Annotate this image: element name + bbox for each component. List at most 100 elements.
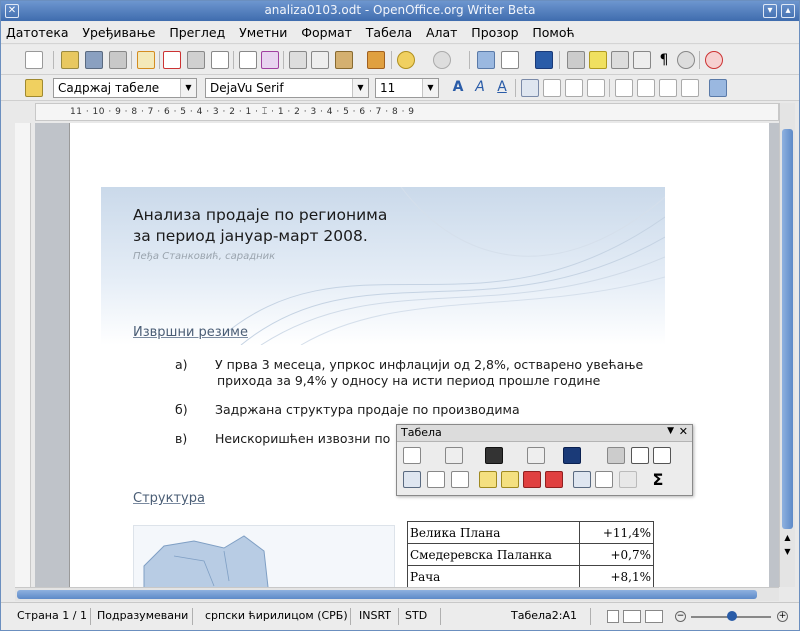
copy-icon[interactable] xyxy=(311,51,329,69)
print-icon[interactable] xyxy=(187,51,205,69)
table-cell-value[interactable]: +8,1% xyxy=(579,565,654,587)
table-cell-region[interactable]: Рача xyxy=(407,565,580,587)
table-icon[interactable] xyxy=(501,51,519,69)
section-heading-summary[interactable]: Извршни резиме xyxy=(133,325,248,340)
data-sources-icon[interactable] xyxy=(633,51,651,69)
zoom-slider-handle[interactable] xyxy=(727,611,737,621)
delete-rows-icon[interactable] xyxy=(523,471,541,488)
menu-help[interactable]: Помоћ xyxy=(527,22,579,40)
cut-icon[interactable] xyxy=(289,51,307,69)
styles-formatting-icon[interactable] xyxy=(25,79,43,97)
save-icon[interactable] xyxy=(85,51,103,69)
borders-icon[interactable] xyxy=(445,447,463,464)
sort-icon[interactable] xyxy=(653,447,671,464)
minimize-icon[interactable]: ▾ xyxy=(763,4,777,18)
justify-icon[interactable] xyxy=(587,79,605,97)
find-replace-icon[interactable] xyxy=(567,51,585,69)
region-map-image[interactable] xyxy=(133,525,395,587)
navigator-icon[interactable] xyxy=(589,51,607,69)
bold-icon[interactable]: A xyxy=(449,79,467,97)
redo-icon[interactable] xyxy=(433,51,451,69)
decrease-indent-icon[interactable] xyxy=(659,79,677,97)
show-draw-functions-icon[interactable] xyxy=(535,51,553,69)
undo-icon[interactable] xyxy=(397,51,415,69)
align-icon[interactable] xyxy=(563,447,581,464)
document-title[interactable]: Анализа продаје по регионима за период ј… xyxy=(133,205,493,247)
email-icon[interactable] xyxy=(109,51,127,69)
zoom-in-icon[interactable]: + xyxy=(777,611,788,622)
zoom-out-icon[interactable]: − xyxy=(675,611,686,622)
table-row[interactable]: Велика Плана +11,4% xyxy=(407,521,654,544)
menu-format[interactable]: Формат xyxy=(296,22,357,40)
list-item-text[interactable]: Неискоришћен извозни по xyxy=(215,431,390,446)
table-properties-icon[interactable] xyxy=(631,447,649,464)
numbering-icon[interactable] xyxy=(615,79,633,97)
insert-mode[interactable]: INSRT xyxy=(355,608,399,625)
font-name-select[interactable]: DejaVu Serif ▼ xyxy=(205,78,369,98)
language[interactable]: српски ћирилицом (СРБ) xyxy=(201,608,351,625)
table-row[interactable]: Смедеревска Паланка +0,7% xyxy=(407,543,654,566)
table-cell-value[interactable]: +11,4% xyxy=(579,521,654,544)
table-row[interactable]: Рача +8,1% xyxy=(407,565,654,587)
menu-table[interactable]: Табела xyxy=(361,22,417,40)
align-center-icon[interactable] xyxy=(543,79,561,97)
menu-tools[interactable]: Алат xyxy=(421,22,462,40)
paste-icon[interactable] xyxy=(335,51,353,69)
merge-cells-icon[interactable] xyxy=(527,447,545,464)
document-author[interactable]: Пеђа Станковић, сарадник xyxy=(133,251,275,262)
autospellcheck-icon[interactable] xyxy=(261,51,279,69)
menu-window[interactable]: Прозор xyxy=(466,22,523,40)
list-item-text[interactable]: У прва 3 месеца, упркос инфлацији од 2,8… xyxy=(215,357,643,372)
insert-columns-icon[interactable] xyxy=(501,471,519,488)
insert-table-icon[interactable] xyxy=(403,447,421,464)
list-item-text-cont[interactable]: прихода за 9,4% у односу на исти период … xyxy=(217,373,600,388)
menu-view[interactable]: Преглед xyxy=(164,22,230,40)
maximize-icon[interactable]: ▴ xyxy=(781,4,795,18)
align-top-icon[interactable] xyxy=(403,471,421,488)
scroll-up-icon[interactable]: ▲ xyxy=(782,533,793,545)
menu-insert[interactable]: Уметни xyxy=(234,22,292,40)
sum-icon[interactable]: Σ xyxy=(649,471,667,488)
spellcheck-icon[interactable] xyxy=(239,51,257,69)
zoom-icon[interactable] xyxy=(677,51,695,69)
bullets-icon[interactable] xyxy=(637,79,655,97)
hyperlink-icon[interactable] xyxy=(477,51,495,69)
help-icon[interactable] xyxy=(705,51,723,69)
list-item-text[interactable]: Задржана структура продаје по производим… xyxy=(215,402,520,417)
horizontal-scrollbar[interactable] xyxy=(15,587,779,601)
page-style[interactable]: Подразумевани xyxy=(93,608,193,625)
select-table-icon[interactable] xyxy=(573,471,591,488)
paragraph-style-select[interactable]: Садржај табеле ▼ xyxy=(53,78,197,98)
italic-icon[interactable]: A xyxy=(471,79,489,97)
highlighting-icon[interactable] xyxy=(709,79,727,97)
table-cell-value[interactable]: +0,7% xyxy=(579,543,654,566)
multi-page-view-icon[interactable] xyxy=(623,610,641,623)
table-floating-toolbar[interactable]: Табела ▼ ✕ Σ xyxy=(396,424,693,496)
gallery-icon[interactable] xyxy=(611,51,629,69)
single-page-view-icon[interactable] xyxy=(607,610,619,623)
delete-columns-icon[interactable] xyxy=(545,471,563,488)
increase-indent-icon[interactable] xyxy=(681,79,699,97)
number-format-icon[interactable] xyxy=(619,471,637,488)
vertical-scrollbar[interactable]: ▲ ▼ xyxy=(779,103,795,587)
chevron-down-icon[interactable]: ▼ xyxy=(667,426,674,436)
floating-toolbar-header[interactable]: Табела ▼ ✕ xyxy=(397,425,692,442)
vertical-ruler[interactable] xyxy=(15,123,31,587)
align-left-icon[interactable] xyxy=(521,79,539,97)
format-paintbrush-icon[interactable] xyxy=(367,51,385,69)
align-bottom-icon[interactable] xyxy=(451,471,469,488)
table-cell-region[interactable]: Смедеревска Паланка xyxy=(407,543,580,566)
insert-rows-icon[interactable] xyxy=(479,471,497,488)
border-color-icon[interactable] xyxy=(485,447,503,464)
scrollbar-thumb[interactable] xyxy=(17,590,757,599)
autoformat-icon[interactable] xyxy=(607,447,625,464)
page-preview-icon[interactable] xyxy=(211,51,229,69)
book-view-icon[interactable] xyxy=(645,610,663,623)
center-vertically-icon[interactable] xyxy=(427,471,445,488)
scrollbar-thumb[interactable] xyxy=(782,129,793,529)
underline-icon[interactable]: A xyxy=(493,79,511,97)
selection-mode[interactable]: STD xyxy=(401,608,441,625)
font-size-select[interactable]: 11 ▼ xyxy=(375,78,439,98)
table-cell-region[interactable]: Велика Плана xyxy=(407,521,580,544)
align-right-icon[interactable] xyxy=(565,79,583,97)
